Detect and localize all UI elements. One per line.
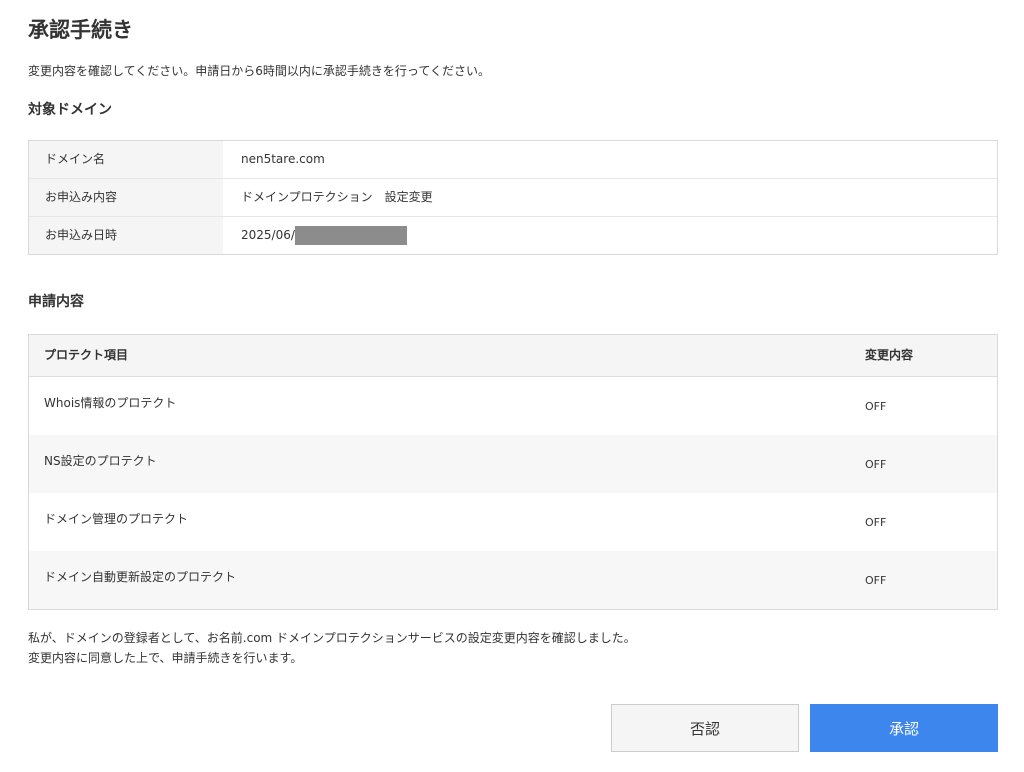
protection-item: ドメイン管理のプロテクト [44, 512, 189, 526]
consent-line-1: 私が、ドメインの登録者として、お名前.com ドメインプロテクションサービスの設… [28, 631, 636, 645]
protection-change: OFF [865, 400, 887, 413]
domain-name-value: nen5tare.com [241, 152, 325, 166]
domain-name-label: ドメイン名 [29, 141, 223, 178]
table-row: NS設定のプロテクト OFF [29, 435, 997, 493]
application-datetime-label: お申込み日時 [29, 217, 223, 254]
application-content-value: ドメインプロテクション 設定変更 [241, 190, 433, 204]
column-header-change: 変更内容 [865, 348, 914, 362]
table-row: Whois情報のプロテクト OFF [29, 377, 997, 435]
domain-name-row: ドメイン名 nen5tare.com [29, 141, 997, 179]
protection-change: OFF [865, 458, 887, 471]
redacted-block [294, 226, 407, 245]
table-row: ドメイン自動更新設定のプロテクト OFF [29, 551, 997, 609]
domain-info-table: ドメイン名 nen5tare.com お申込み内容 ドメインプロテクション 設定… [28, 140, 998, 255]
approve-button[interactable]: 承認 [810, 704, 998, 752]
domain-section-heading: 対象ドメイン [28, 102, 112, 118]
application-datetime-value: 2025/06/ [241, 228, 295, 242]
consent-line-2: 変更内容に同意した上で、申請手続きを行います。 [28, 651, 303, 665]
protection-table: プロテクト項目 変更内容 Whois情報のプロテクト OFF NS設定のプロテク… [28, 334, 998, 610]
reject-button[interactable]: 否認 [611, 704, 799, 752]
protection-item: NS設定のプロテクト [44, 454, 157, 468]
protection-item: Whois情報のプロテクト [44, 396, 177, 410]
protection-table-header: プロテクト項目 変更内容 [29, 335, 997, 377]
application-content-row: お申込み内容 ドメインプロテクション 設定変更 [29, 179, 997, 217]
protection-change: OFF [865, 516, 887, 529]
application-datetime-row: お申込み日時 2025/06/ [29, 217, 997, 254]
consent-text: 私が、ドメインの登録者として、お名前.com ドメインプロテクションサービスの設… [28, 628, 636, 668]
page-title: 承認手続き [28, 18, 133, 42]
intro-text: 変更内容を確認してください。申請日から6時間以内に承認手続きを行ってください。 [28, 64, 490, 78]
protection-item: ドメイン自動更新設定のプロテクト [44, 570, 237, 584]
application-content-label: お申込み内容 [29, 179, 223, 216]
request-section-heading: 申請内容 [28, 294, 84, 310]
table-row: ドメイン管理のプロテクト OFF [29, 493, 997, 551]
application-datetime-cell: 2025/06/ [223, 217, 997, 254]
column-header-item: プロテクト項目 [44, 348, 129, 362]
protection-change: OFF [865, 574, 887, 587]
